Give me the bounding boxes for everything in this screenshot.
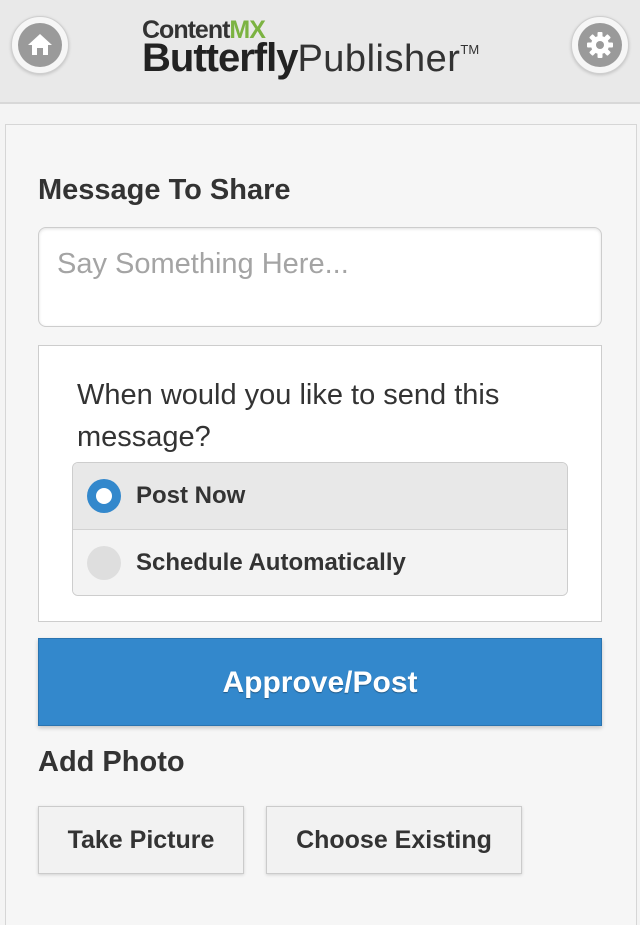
logo-trademark: TM [460, 42, 480, 57]
logo-butterfly-text: Butterfly [142, 36, 298, 80]
radio-unselected-icon [87, 546, 121, 580]
home-button[interactable] [11, 16, 69, 74]
home-icon [28, 34, 52, 55]
logo-publisher-text: Publisher [297, 38, 461, 80]
gear-icon [587, 32, 613, 58]
schedule-radio-group: Post Now Schedule Automatically [72, 462, 568, 596]
add-photo-title: Add Photo [38, 746, 185, 778]
radio-selected-icon [87, 479, 121, 513]
message-placeholder: Say Something Here... [57, 248, 349, 280]
radio-schedule-label: Schedule Automatically [136, 549, 406, 576]
radio-post-now[interactable]: Post Now [73, 463, 567, 530]
app-header: ContentMX ButterflyPublisherTM [0, 0, 640, 104]
take-picture-button[interactable]: Take Picture [38, 806, 244, 874]
choose-existing-button[interactable]: Choose Existing [266, 806, 522, 874]
message-title: Message To Share [38, 174, 291, 206]
schedule-question: When would you like to send this message… [77, 379, 500, 453]
radio-schedule-automatically[interactable]: Schedule Automatically [73, 530, 567, 595]
app-logo: ContentMX ButterflyPublisherTM [142, 16, 482, 86]
approve-post-button[interactable]: Approve/Post [38, 638, 602, 726]
schedule-fieldset: When would you like to send this message… [38, 345, 602, 622]
radio-post-now-label: Post Now [136, 482, 246, 509]
message-input[interactable]: Say Something Here... [38, 227, 602, 327]
settings-button[interactable] [571, 16, 629, 74]
